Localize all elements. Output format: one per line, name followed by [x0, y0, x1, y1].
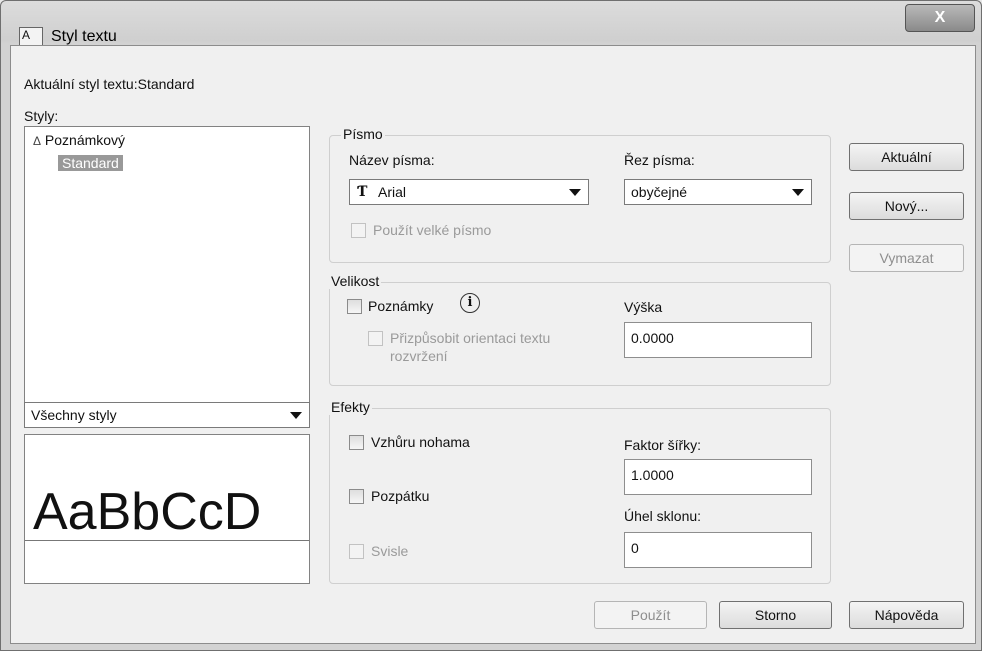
delete-style-button[interactable]: Vymazat	[849, 244, 964, 272]
list-item-standard-style[interactable]: Standard	[58, 155, 123, 171]
size-group-title: Velikost	[329, 273, 382, 289]
match-orientation-label-2: rozvržení	[390, 348, 448, 364]
annotative-label: Poznámky	[368, 298, 434, 314]
font-style-dropdown[interactable]: obyčejné	[624, 179, 812, 205]
chevron-down-icon	[792, 189, 804, 196]
chevron-down-icon	[290, 412, 302, 419]
set-current-button[interactable]: Aktuální	[849, 143, 964, 171]
list-item-label: Poznámkový	[44, 132, 126, 148]
cancel-button[interactable]: Storno	[719, 601, 832, 629]
font-name-value: Arial	[378, 184, 407, 200]
help-button[interactable]: Nápověda	[849, 601, 964, 629]
vertical-checkbox[interactable]	[349, 544, 364, 559]
oblique-angle-label: Úhel sklonu:	[624, 508, 702, 524]
window-title: Styl textu	[51, 28, 117, 45]
apply-button[interactable]: Použít	[594, 601, 707, 629]
font-group-title: Písmo	[341, 126, 385, 142]
info-icon: i	[460, 293, 480, 313]
text-style-icon: A	[19, 27, 43, 46]
current-style-label: Aktuální styl textu:Standard	[24, 76, 195, 92]
match-orientation-checkbox[interactable]	[368, 331, 383, 346]
width-factor-label: Faktor šířky:	[624, 437, 702, 453]
vertical-label: Svisle	[371, 543, 409, 559]
style-filter-value: Všechny styly	[31, 407, 117, 423]
truetype-icon: Ƭ	[357, 184, 368, 200]
width-factor-input[interactable]: 1.0000	[624, 459, 812, 495]
oblique-angle-input[interactable]: 0	[624, 532, 812, 568]
preview-box: AaBbCcD	[24, 434, 310, 584]
big-font-label: Použít velké písmo	[373, 222, 492, 238]
chevron-down-icon	[569, 189, 581, 196]
styles-label: Styly:	[24, 108, 59, 124]
upside-down-checkbox[interactable]	[349, 435, 364, 450]
annotative-icon: Δ	[33, 134, 42, 148]
backwards-checkbox[interactable]	[349, 489, 364, 504]
width-factor-value: 1.0000	[631, 467, 674, 483]
height-value: 0.0000	[631, 330, 674, 346]
new-style-button[interactable]: Nový...	[849, 192, 964, 220]
height-input[interactable]: 0.0000	[624, 322, 812, 358]
effects-group-title: Efekty	[329, 399, 372, 415]
close-button[interactable]: X	[905, 4, 975, 32]
font-style-value: obyčejné	[631, 184, 688, 200]
match-orientation-label: Přizpůsobit orientaci textu	[390, 330, 551, 346]
text-style-dialog: A Styl textu X Aktuální styl textu:Stand…	[0, 0, 982, 651]
list-item-annotative-style[interactable]: Δ Poznámkový	[33, 132, 125, 148]
upside-down-label: Vzhůru nohama	[371, 434, 470, 450]
backwards-label: Pozpátku	[371, 488, 430, 504]
oblique-angle-value: 0	[631, 540, 639, 556]
font-style-label: Řez písma:	[624, 152, 695, 168]
preview-baseline	[25, 540, 309, 541]
big-font-checkbox[interactable]	[351, 223, 366, 238]
preview-text: AaBbCcD	[33, 483, 262, 541]
title-bar[interactable]: A Styl textu X	[1, 1, 981, 46]
style-filter-dropdown[interactable]: Všechny styly	[24, 402, 310, 428]
dialog-body: Aktuální styl textu:Standard Styly: Δ Po…	[10, 45, 976, 644]
height-label: Výška	[624, 299, 663, 315]
styles-list[interactable]: Δ Poznámkový Standard	[24, 126, 310, 418]
font-name-label: Název písma:	[349, 152, 435, 168]
annotative-checkbox[interactable]	[347, 299, 362, 314]
font-name-dropdown[interactable]: Ƭ Arial	[349, 179, 589, 205]
